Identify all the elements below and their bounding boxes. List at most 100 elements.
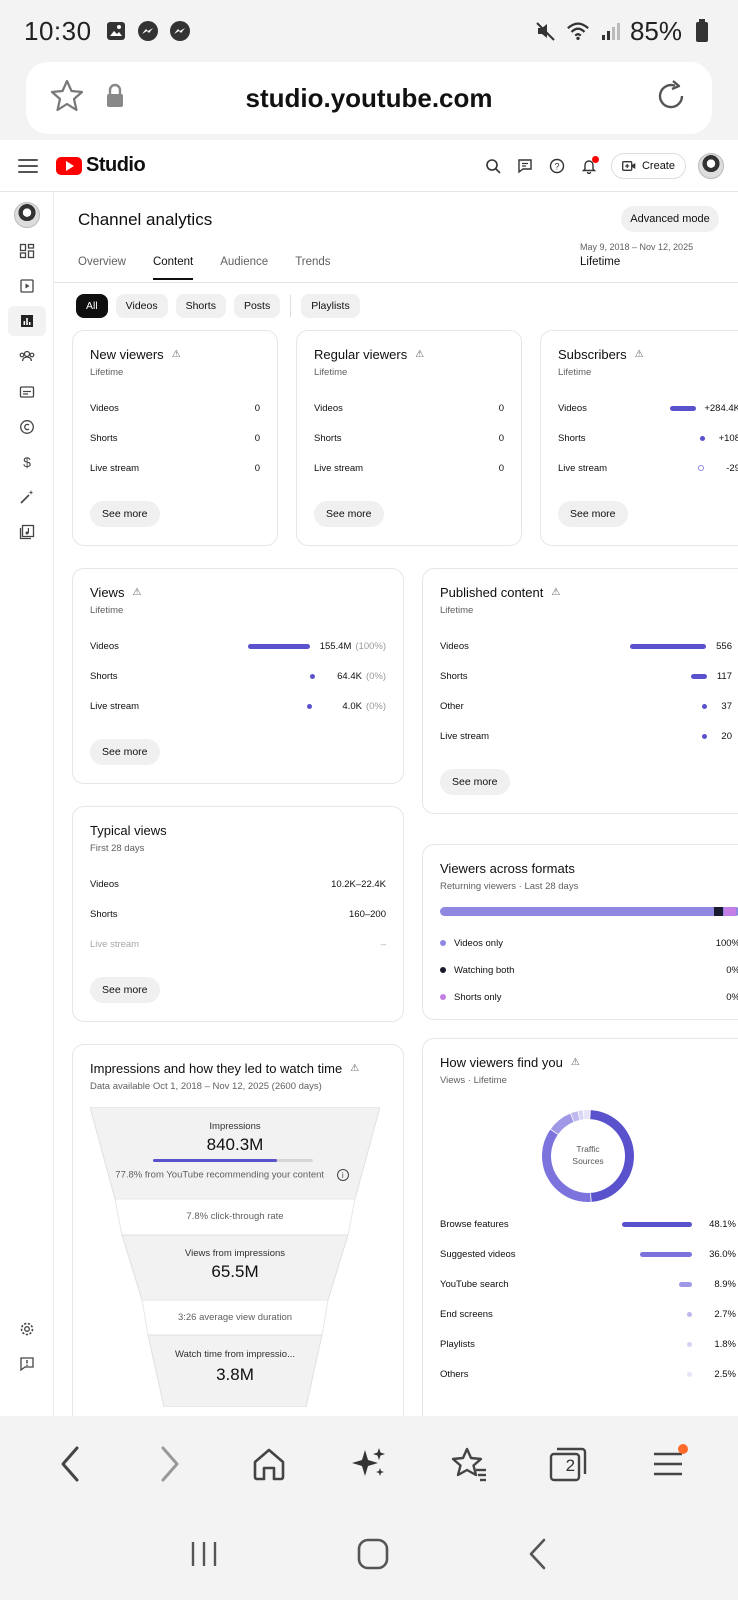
subscribers-ring xyxy=(698,465,705,471)
studio-app: Studio ? Create $ Channel analytics Adva… xyxy=(0,140,738,1416)
warning-icon[interactable]: ⚠ xyxy=(571,1057,580,1068)
url-bar[interactable]: studio.youtube.com xyxy=(26,62,712,134)
card-subtitle: Lifetime xyxy=(90,367,124,378)
card-title: Viewers across formats xyxy=(440,861,575,876)
card-subtitle: Lifetime xyxy=(440,605,474,616)
row-value: 0% xyxy=(726,991,738,1003)
published-bar xyxy=(690,673,707,679)
system-back-icon[interactable] xyxy=(526,1537,550,1576)
browser-toolbar: 2 xyxy=(0,1416,738,1512)
chip-playlists[interactable]: Playlists xyxy=(301,294,360,318)
see-more-button[interactable]: See more xyxy=(558,501,628,527)
chip-posts[interactable]: Posts xyxy=(233,294,281,318)
ai-sparkle-icon[interactable] xyxy=(349,1444,389,1484)
see-more-button[interactable]: See more xyxy=(314,501,384,527)
impressions-note-text: 77.8% from YouTube recommending your con… xyxy=(115,1169,325,1181)
see-more-button[interactable]: See more xyxy=(90,739,160,765)
tab-overview[interactable]: Overview xyxy=(78,256,126,280)
back-icon[interactable] xyxy=(50,1444,90,1484)
help-icon[interactable]: ? xyxy=(547,156,567,176)
bookmark-star-icon[interactable] xyxy=(48,77,86,120)
menu-icon[interactable] xyxy=(18,158,38,173)
rail-analytics[interactable] xyxy=(8,306,46,336)
row-label: Live stream xyxy=(440,730,490,742)
impressions-funnel: Impressions 840.3M 77.8% from YouTube re… xyxy=(90,1107,380,1407)
row-value: 2.5% xyxy=(714,1368,736,1380)
warning-icon[interactable]: ⚠ xyxy=(172,349,181,360)
chip-videos[interactable]: Videos xyxy=(115,294,168,318)
see-more-button[interactable]: See more xyxy=(90,501,160,527)
warning-icon[interactable]: ⚠ xyxy=(132,587,141,598)
formats-stacked-bar xyxy=(440,907,738,916)
rail-earn[interactable]: $ xyxy=(8,447,46,477)
impressions-value: 840.3M xyxy=(206,1135,264,1154)
traffic-sources-card: How viewers find you ⚠ Views · Lifetime T… xyxy=(422,1038,738,1416)
metric-row: Live stream -29 xyxy=(558,461,738,475)
row-value: 556 xyxy=(716,640,732,652)
row-percent: (0%) xyxy=(365,700,386,712)
home-button-icon[interactable] xyxy=(356,1537,390,1576)
row-percent: (100%) xyxy=(355,640,386,652)
browser-menu-icon[interactable] xyxy=(648,1444,689,1484)
row-value: 20 xyxy=(721,730,732,742)
ctr-text: 7.8% click-through rate xyxy=(186,1211,284,1222)
rail-channel-avatar[interactable] xyxy=(8,200,46,230)
rail-audio-library[interactable] xyxy=(8,517,46,547)
chip-all[interactable]: All xyxy=(76,294,108,318)
rail-copyright[interactable] xyxy=(8,412,46,442)
tabs-icon[interactable]: 2 xyxy=(548,1444,588,1484)
rail-send-feedback[interactable] xyxy=(8,1349,46,1379)
reload-icon[interactable] xyxy=(652,77,690,120)
advanced-mode-button[interactable]: Advanced mode xyxy=(621,206,719,232)
youtube-play-icon xyxy=(56,156,82,175)
warning-icon[interactable]: ⚠ xyxy=(635,349,644,360)
rail-settings[interactable] xyxy=(8,1314,46,1344)
create-button[interactable]: Create xyxy=(610,152,686,179)
search-icon[interactable] xyxy=(483,156,503,176)
legend-row: Videos only 100% xyxy=(440,936,738,950)
logo-text: Studio xyxy=(86,154,146,176)
tab-audience[interactable]: Audience xyxy=(220,256,268,280)
row-value: 0 xyxy=(254,462,260,474)
traffic-source-row: Browse features 48.1% xyxy=(440,1217,736,1231)
traffic-source-row: YouTube search 8.9% xyxy=(440,1277,736,1291)
see-more-button[interactable]: See more xyxy=(440,769,510,795)
chip-shorts[interactable]: Shorts xyxy=(175,294,226,318)
tab-trends[interactable]: Trends xyxy=(295,256,330,280)
card-title: Regular viewers xyxy=(314,347,408,362)
metric-row: Live stream 0 xyxy=(314,461,504,475)
warning-icon[interactable]: ⚠ xyxy=(551,587,560,598)
account-avatar[interactable] xyxy=(698,152,724,179)
warning-icon[interactable]: ⚠ xyxy=(415,349,424,360)
date-range-selector[interactable]: May 9, 2018 – Nov 12, 2025 Lifetime xyxy=(580,242,693,268)
tab-content[interactable]: Content xyxy=(152,256,194,280)
recent-apps-icon[interactable] xyxy=(188,1538,220,1575)
rail-community[interactable] xyxy=(8,341,46,371)
info-icon[interactable]: i xyxy=(336,1169,349,1181)
feedback-icon[interactable] xyxy=(515,156,535,176)
bookmarks-icon[interactable] xyxy=(449,1444,489,1484)
youtube-studio-logo[interactable]: Studio xyxy=(56,154,146,177)
legend-dot xyxy=(440,994,446,1000)
row-value: 48.1% xyxy=(709,1218,736,1230)
metric-row: Videos 155.4M (100%) xyxy=(90,639,386,653)
card-subtitle: Lifetime xyxy=(90,605,124,616)
legend-row: Shorts only 0% xyxy=(440,990,738,1004)
rail-customization[interactable] xyxy=(8,482,46,512)
row-label: Browse features xyxy=(440,1218,509,1230)
card-subtitle: Lifetime xyxy=(314,367,348,378)
url-text: studio.youtube.com xyxy=(245,82,493,113)
warning-icon[interactable]: ⚠ xyxy=(350,1063,359,1074)
forward-icon[interactable] xyxy=(150,1444,190,1484)
tab-divider xyxy=(54,282,738,283)
content-icon xyxy=(20,279,34,293)
rail-content[interactable] xyxy=(8,271,46,301)
watching-both-segment xyxy=(714,907,723,916)
rail-subtitles[interactable] xyxy=(8,377,46,407)
home-icon[interactable] xyxy=(249,1444,289,1484)
published-bar xyxy=(630,643,707,649)
rail-dashboard[interactable] xyxy=(8,236,46,266)
see-more-button[interactable]: See more xyxy=(90,977,160,1003)
mute-icon xyxy=(534,19,558,43)
notifications-bell-icon[interactable] xyxy=(579,155,599,176)
